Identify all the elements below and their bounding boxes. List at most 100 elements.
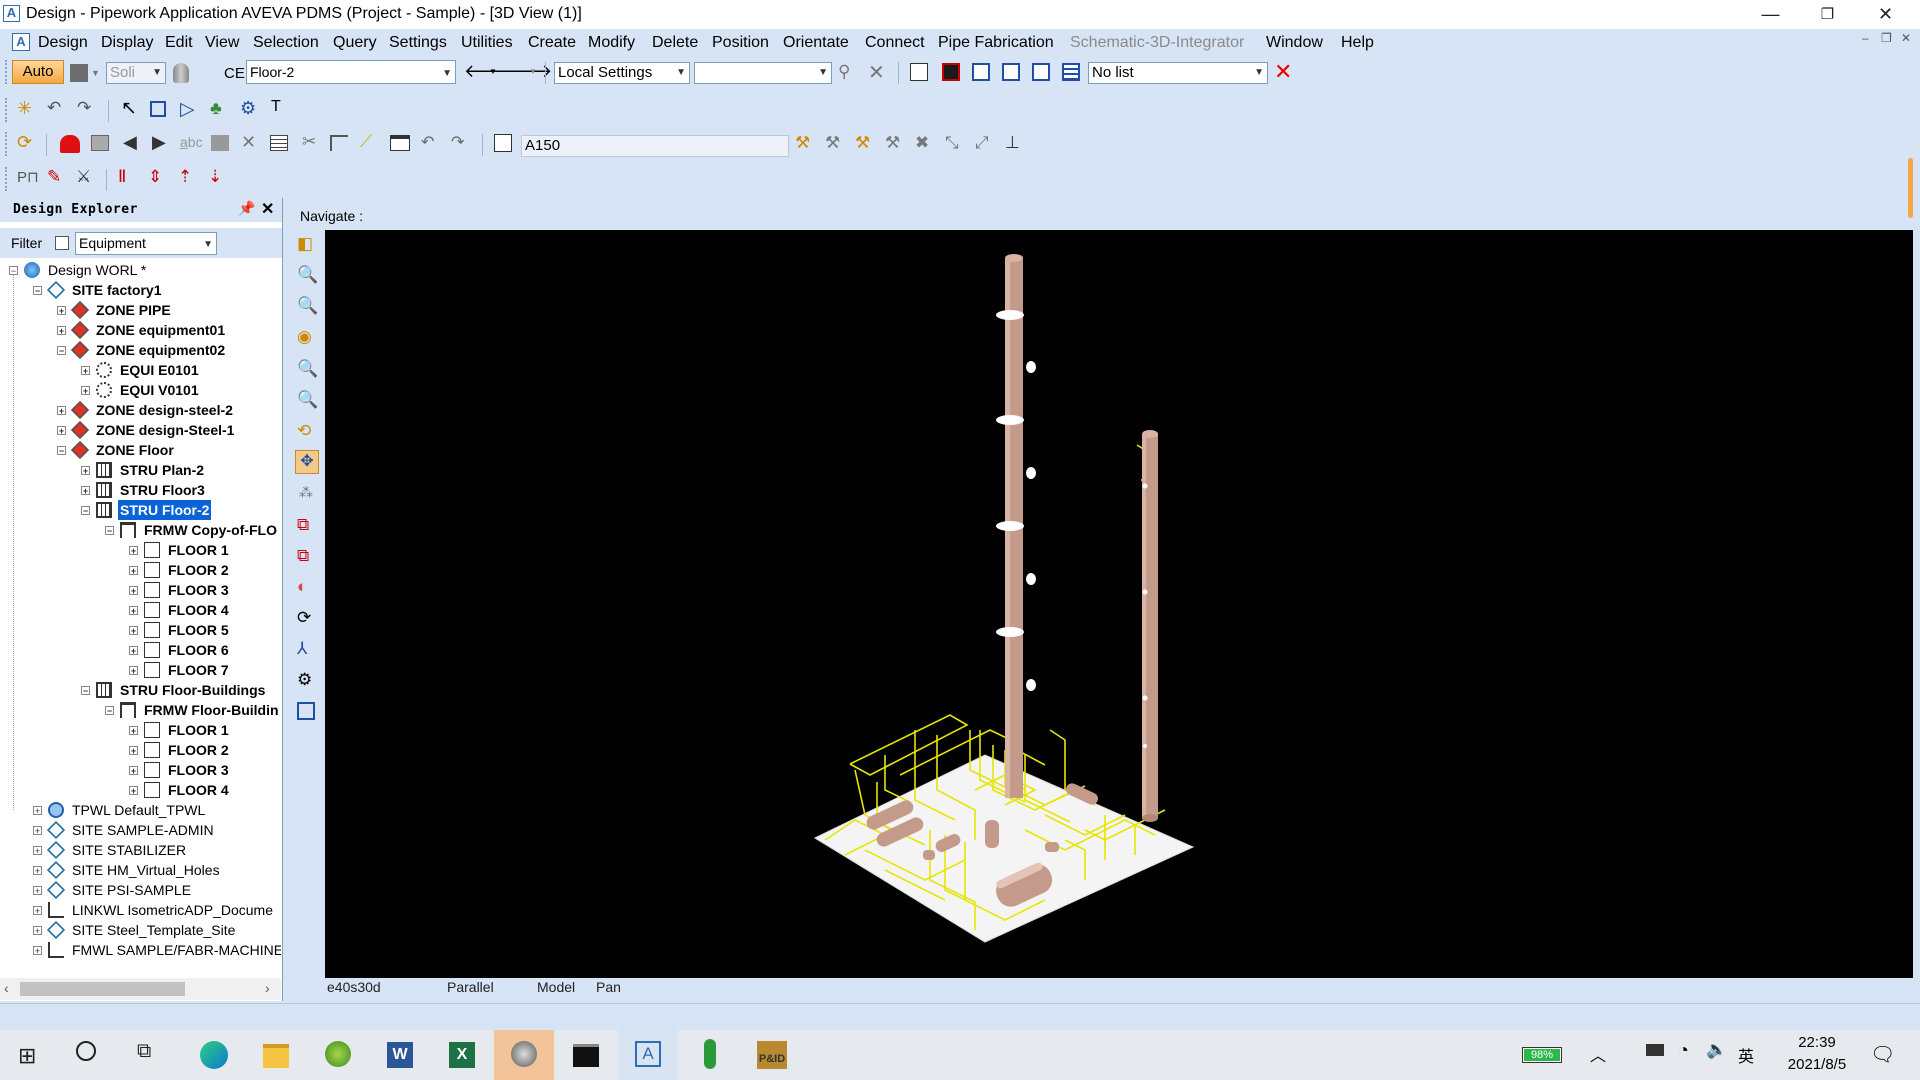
clock-time[interactable]: 22:39 — [1784, 1034, 1850, 1051]
tree-item[interactable]: + FLOOR 2 — [0, 740, 281, 760]
collapse-icon[interactable]: − — [57, 346, 66, 356]
delete-list-icon[interactable]: ✕ — [1274, 59, 1292, 85]
tree-item[interactable]: + FLOOR 7 — [0, 660, 281, 680]
tree-item[interactable]: + FLOOR 3 — [0, 580, 281, 600]
tree-item[interactable]: + SITE PSI-SAMPLE — [0, 880, 281, 900]
expand-icon[interactable]: + — [129, 586, 138, 596]
expand-icon[interactable]: + — [129, 746, 138, 756]
menu-display[interactable]: Display — [101, 34, 153, 52]
update-view-icon[interactable]: ⟳ — [297, 608, 311, 628]
auto-button[interactable]: Auto — [12, 60, 64, 84]
binoculars-icon[interactable]: ⚲ — [838, 62, 850, 82]
taskbar-word[interactable]: W — [370, 1030, 430, 1080]
list-remove-icon[interactable] — [1002, 63, 1020, 81]
expand-icon[interactable]: + — [33, 926, 42, 936]
tree-item[interactable]: + STRU Plan-2 — [0, 460, 281, 480]
expand-icon[interactable]: + — [57, 326, 66, 336]
route-icon[interactable]: ⟋ — [360, 132, 372, 152]
pipe-tool-3-icon[interactable]: ⚒ — [855, 133, 870, 153]
expand-icon[interactable]: + — [33, 906, 42, 916]
pin-icon[interactable]: 📌 — [238, 200, 255, 217]
expand-icon[interactable]: + — [129, 546, 138, 556]
menu-design[interactable]: Design — [38, 34, 88, 52]
zoom-limits-icon[interactable]: 🔍 — [297, 296, 318, 316]
select-box-icon[interactable] — [150, 101, 166, 117]
expand-icon[interactable]: + — [33, 866, 42, 876]
expand-icon[interactable]: + — [129, 646, 138, 656]
expand-icon[interactable]: + — [129, 666, 138, 676]
tree-item[interactable]: + FLOOR 5 — [0, 620, 281, 640]
component-icon[interactable] — [91, 135, 109, 151]
tree-item[interactable]: + FLOOR 4 — [0, 780, 281, 800]
collapse-icon[interactable]: − — [9, 266, 18, 276]
menu-query[interactable]: Query — [333, 34, 377, 52]
previous-icon[interactable]: ◀ — [123, 132, 137, 153]
redo-icon[interactable]: ↷ — [77, 98, 91, 118]
connect-select-icon[interactable]: ⚙ — [240, 98, 256, 119]
tree-item[interactable]: + SITE HM_Virtual_Holes — [0, 860, 281, 880]
list-add-icon[interactable] — [972, 63, 990, 81]
collapse-icon[interactable]: − — [105, 706, 114, 716]
zoom-in-icon[interactable]: 🔍 — [297, 359, 318, 379]
taskbar-aveva[interactable]: A — [618, 1030, 678, 1080]
mdi-minimize-button[interactable]: – — [1862, 31, 1869, 45]
ime-indicator[interactable]: 英 — [1738, 1043, 1754, 1067]
menu-position[interactable]: Position — [712, 34, 769, 52]
3d-model-canvas[interactable] — [325, 230, 1913, 978]
cylinder-icon[interactable] — [173, 63, 189, 83]
explorer-horizontal-scrollbar[interactable]: ‹ › — [0, 978, 281, 1000]
expand-icon[interactable]: + — [81, 366, 90, 376]
cut-icon[interactable]: ✂ — [302, 132, 316, 152]
attributes-icon[interactable] — [270, 135, 288, 151]
taskbar-edge[interactable] — [184, 1030, 244, 1080]
expand-icon[interactable]: + — [57, 306, 66, 316]
scroll-thumb[interactable] — [20, 982, 185, 996]
menu-app-icon[interactable]: A — [12, 33, 30, 51]
taskbar-app-9[interactable] — [680, 1030, 740, 1080]
taskbar-pid[interactable]: P&ID — [742, 1030, 802, 1080]
zoom-window-icon[interactable]: 🔍 — [297, 265, 318, 285]
expand-icon[interactable]: + — [81, 486, 90, 496]
filter-checkbox[interactable] — [55, 236, 69, 250]
tree-item[interactable]: + ZONE equipment01 — [0, 320, 281, 340]
look-icon[interactable]: ◉ — [297, 327, 312, 347]
menu-utilities[interactable]: Utilities — [461, 34, 513, 52]
panel-scroll-marker[interactable] — [1908, 158, 1913, 218]
menu-connect[interactable]: Connect — [865, 34, 925, 52]
restore-button[interactable]: ❐ — [1799, 0, 1856, 29]
select-pointer-icon[interactable]: ↖ — [121, 97, 137, 120]
next-icon[interactable]: ▶ — [152, 132, 166, 153]
tree-item[interactable]: + FMWL SAMPLE/FABR-MACHINE — [0, 940, 281, 960]
list-combo[interactable]: No list ▼ — [1088, 62, 1268, 84]
tree-item[interactable]: − FRMW Floor-Buildin — [0, 700, 281, 720]
wifi-icon[interactable]: ◔ — [1678, 1040, 1689, 1061]
pipe-tool-1-icon[interactable]: ⚒ — [795, 133, 810, 153]
taskbar-explorer[interactable] — [246, 1030, 306, 1080]
pipe-tool-2-icon[interactable]: ⚒ — [825, 133, 840, 153]
dimension-icon[interactable] — [330, 135, 348, 151]
walk-icon[interactable]: ◧ — [297, 234, 313, 254]
tree-item[interactable]: + SITE STABILIZER — [0, 840, 281, 860]
battery-icon[interactable]: 98% — [1522, 1047, 1562, 1063]
axes-icon[interactable]: ⅄ — [297, 639, 307, 659]
expand-icon[interactable]: + — [129, 766, 138, 776]
tree-item[interactable]: − STRU Floor-Buildings — [0, 680, 281, 700]
close-window-button[interactable]: ✕ — [1857, 0, 1914, 29]
expand-icon[interactable]: + — [129, 566, 138, 576]
clip-box-icon[interactable]: ⧉ — [297, 515, 309, 535]
redo-modify-icon[interactable]: ↷ — [451, 132, 464, 152]
structure-tool-7-icon[interactable]: ⇣ — [208, 167, 222, 187]
close-explorer-icon[interactable]: ✕ — [261, 199, 274, 219]
expand-icon[interactable]: + — [33, 806, 42, 816]
explode-icon[interactable]: ✳ — [17, 98, 32, 119]
window-icon[interactable] — [390, 135, 410, 151]
collapse-icon[interactable]: − — [33, 286, 42, 296]
expand-icon[interactable]: + — [33, 946, 42, 956]
tree-item[interactable]: + ZONE design-Steel-1 — [0, 420, 281, 440]
structure-tool-3-icon[interactable]: ⚔ — [76, 167, 91, 187]
notification-icon[interactable]: 🗨 — [1870, 1042, 1895, 1067]
tree-item[interactable]: − FRMW Copy-of-FLO — [0, 520, 281, 540]
tree-item[interactable]: + FLOOR 6 — [0, 640, 281, 660]
forward-dropdown-icon[interactable]: ▼ — [529, 67, 537, 76]
menu-modify[interactable]: Modify — [588, 34, 635, 52]
